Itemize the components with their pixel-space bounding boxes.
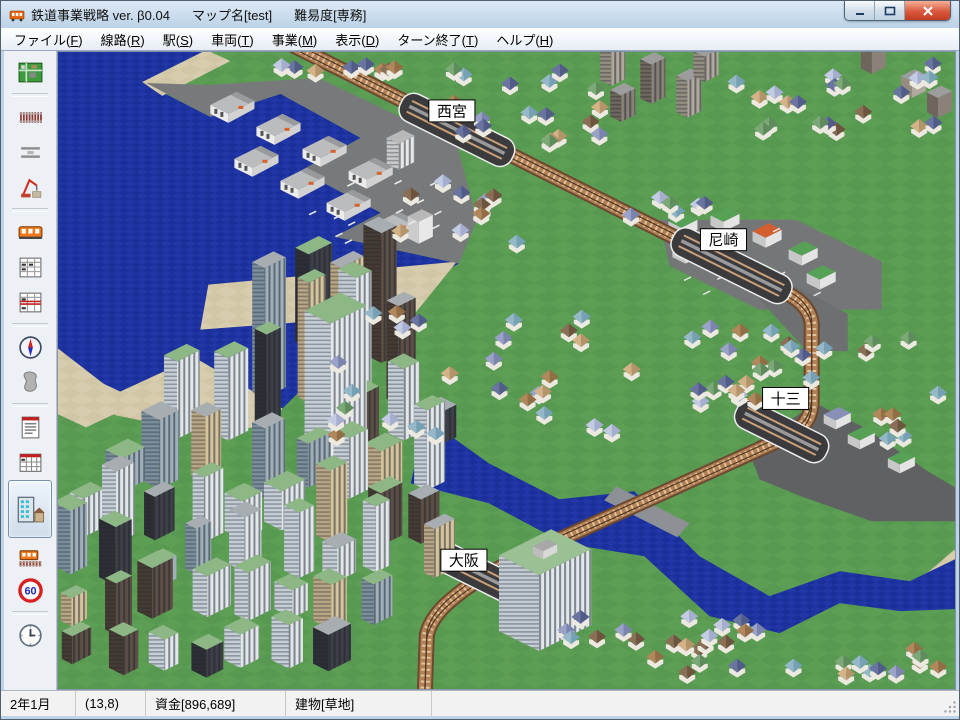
map-viewport: 西宮尼崎十三大阪 (57, 51, 956, 690)
tool-demolish[interactable] (8, 170, 52, 205)
svg-text:西宮: 西宮 (437, 103, 467, 120)
svg-text:大阪: 大阪 (449, 553, 479, 570)
toolbar-separator (12, 323, 48, 327)
train-icon (17, 219, 44, 246)
menu-bar: ファイル(F)線路(R)駅(S)車両(T)事業(M)表示(D)ターン終了(T)ヘ… (1, 28, 959, 51)
svg-text:十三: 十三 (771, 391, 801, 408)
tool-speed-limit[interactable]: 60 (8, 573, 52, 608)
clock-icon (17, 622, 44, 649)
close-icon (921, 5, 935, 17)
window-frame-bottom (1, 716, 959, 719)
map-icon (17, 59, 44, 86)
svg-text:尼崎: 尼崎 (708, 232, 738, 249)
app-window: 鉄道事業戦略 ver. β0.04 マップ名[test] 難易度[専務] ファイ… (0, 0, 960, 720)
tool-depot[interactable] (8, 538, 52, 573)
minimize-button[interactable] (845, 1, 875, 20)
game-map[interactable]: 西宮尼崎十三大阪 (58, 52, 955, 689)
tool-timetable[interactable] (8, 250, 52, 285)
station-label-osaka: 大阪 (441, 549, 487, 571)
tool-train-diagram[interactable] (8, 285, 52, 320)
station-label-nishinomiya: 西宮 (429, 100, 475, 122)
maximize-button[interactable] (875, 1, 905, 20)
report-icon (17, 414, 44, 441)
tool-building[interactable] (8, 480, 52, 538)
speed-icon: 60 (17, 577, 44, 604)
compass-icon (17, 334, 44, 361)
minimize-icon (853, 5, 867, 17)
tool-build-station[interactable] (8, 135, 52, 170)
menu-help[interactable]: ヘルプ(H) (487, 28, 562, 51)
menu-vehicle[interactable]: 車両(T) (202, 28, 263, 51)
tool-clock[interactable] (8, 618, 52, 653)
menu-business[interactable]: 事業(M) (263, 28, 327, 51)
status-spacer (432, 691, 959, 716)
tool-build-rail[interactable] (8, 100, 52, 135)
platform-icon (17, 139, 44, 166)
menu-rail[interactable]: 線路(R) (92, 28, 154, 51)
rail-icon (17, 104, 44, 131)
table-icon (17, 254, 44, 281)
status-coordinates: (13,8) (76, 691, 146, 716)
toolbar-separator (12, 93, 48, 97)
tool-ledger[interactable] (8, 445, 52, 480)
toolbar: 60 (4, 51, 57, 690)
menu-end-turn[interactable]: ターン終了(T) (388, 28, 487, 51)
crane-icon (17, 174, 44, 201)
window-controls (844, 1, 951, 21)
ledger-icon (17, 449, 44, 476)
building-icon (14, 489, 46, 529)
status-selection: 建物[草地] (286, 691, 432, 716)
title-bar[interactable]: 鉄道事業戦略 ver. β0.04 マップ名[test] 難易度[専務] (1, 1, 959, 28)
status-date: 2年1月 (1, 691, 76, 716)
app-icon (9, 7, 25, 23)
toolbar-separator (12, 611, 48, 615)
terrain-icon (17, 369, 44, 396)
tool-report[interactable] (8, 410, 52, 445)
tool-terrain[interactable] (8, 365, 52, 400)
tool-map-overview[interactable] (8, 55, 52, 90)
difficulty-label: 難易度[専務] (294, 5, 366, 24)
menu-file[interactable]: ファイル(F) (5, 28, 92, 51)
station-label-amagasaki: 尼崎 (700, 229, 746, 251)
tool-vehicle[interactable] (8, 215, 52, 250)
map-name-label: マップ名[test] (192, 5, 272, 24)
window-title: 鉄道事業戦略 ver. β0.04 (31, 5, 170, 24)
depot-icon (17, 542, 44, 569)
maximize-icon (883, 5, 897, 17)
menu-view[interactable]: 表示(D) (326, 28, 388, 51)
status-bar: 2年1月 (13,8) 資金[896,689] 建物[草地] (1, 690, 959, 716)
close-button[interactable] (905, 1, 950, 20)
tool-compass[interactable] (8, 330, 52, 365)
table-red-icon (17, 289, 44, 316)
resize-grip[interactable] (944, 701, 957, 714)
toolbar-separator (12, 403, 48, 407)
svg-text:60: 60 (24, 586, 36, 598)
status-funds: 資金[896,689] (146, 691, 286, 716)
station-label-juso: 十三 (763, 387, 809, 409)
main-area: 60 西宮尼崎十三大阪 (1, 51, 959, 690)
toolbar-separator (12, 208, 48, 212)
menu-station[interactable]: 駅(S) (154, 28, 202, 51)
